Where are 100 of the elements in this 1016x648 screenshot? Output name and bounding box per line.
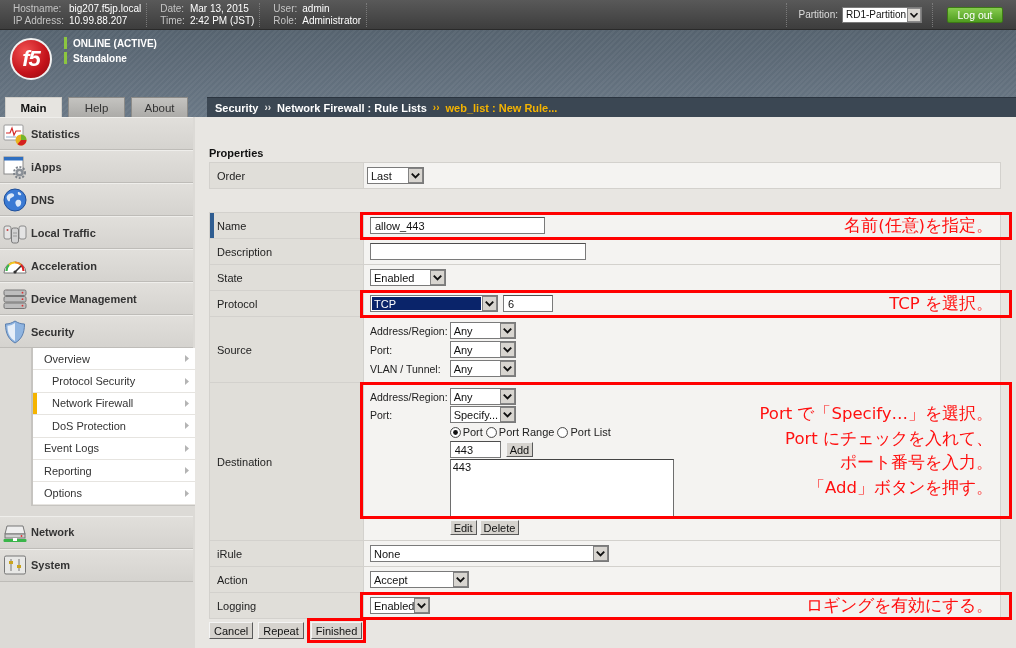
caret-right-icon xyxy=(185,489,189,497)
action-button[interactable]: Delete xyxy=(479,520,520,535)
info-label: Role: xyxy=(273,14,298,27)
sidebar-item[interactable]: iApps xyxy=(0,150,193,183)
text-field[interactable]: allow_443 xyxy=(370,217,545,234)
field-label: Port: xyxy=(370,408,393,421)
list-item[interactable]: 443 xyxy=(452,461,671,474)
info-value: Mar 13, 2015 xyxy=(189,2,250,15)
annotation-text: Port で「Specify…」を選択。 Port にチェックを入れて、 ポート番号を入力。 「Add」ボタンを押す。 xyxy=(759,403,993,499)
info-value: big207.f5jp.local xyxy=(68,2,142,15)
partition-label: Partition: xyxy=(798,9,838,20)
submenu-item[interactable]: Reporting xyxy=(33,459,195,483)
status-indicator-icon xyxy=(64,37,67,49)
dropdown[interactable]: Any xyxy=(449,360,516,377)
chevron-down-icon xyxy=(408,168,423,183)
info-label: Time: xyxy=(160,14,185,27)
radio-option[interactable]: Port Range xyxy=(485,426,555,438)
globe-icon xyxy=(3,187,27,212)
chevron-down-icon xyxy=(482,296,497,311)
chevron-down-icon xyxy=(593,546,608,561)
dropdown[interactable]: Enabled xyxy=(370,269,446,286)
sidebar-item[interactable]: Network xyxy=(0,515,193,549)
field-label: VLAN / Tunnel: xyxy=(370,362,441,375)
tab[interactable]: About xyxy=(131,97,188,117)
submenu-item[interactable]: Protocol Security xyxy=(33,370,195,393)
field-label: Address/Region: xyxy=(370,324,448,337)
chevron-down-icon xyxy=(453,572,468,587)
logo: f5 xyxy=(10,38,52,80)
dropdown[interactable]: Any xyxy=(449,322,516,339)
field-label: Source xyxy=(209,316,364,383)
text-field[interactable] xyxy=(370,243,586,260)
sidebar-item[interactable]: Statistics xyxy=(0,117,193,150)
breadcrumb-link[interactable]: Security xyxy=(215,101,259,114)
submenu-item[interactable]: Event Logs xyxy=(33,437,195,460)
chevron-down-icon xyxy=(499,389,515,404)
chevron-down-icon xyxy=(414,598,430,613)
info-label: IP Address: xyxy=(13,14,64,27)
tab[interactable]: Help xyxy=(68,97,125,117)
field-label: Address/Region: xyxy=(370,390,448,403)
action-button[interactable]: Edit xyxy=(449,520,477,535)
info-value: 10.99.88.207 xyxy=(68,14,129,27)
submenu-item[interactable]: DoS Protection xyxy=(33,415,195,438)
form-button[interactable]: Repeat xyxy=(258,622,304,639)
annotation-text: TCP を選択。 xyxy=(889,292,993,315)
dropdown[interactable]: Enabled xyxy=(370,597,430,614)
caret-right-icon xyxy=(185,377,189,385)
caret-right-icon xyxy=(185,355,189,363)
dropdown[interactable]: TCP xyxy=(370,295,498,312)
caret-right-icon xyxy=(185,422,189,430)
sidebar-item[interactable]: DNS xyxy=(0,183,193,216)
sidebar-item[interactable]: Local Traffic xyxy=(0,216,193,249)
info-label: User: xyxy=(273,2,298,15)
info-value: admin xyxy=(302,2,331,15)
breadcrumb-link[interactable]: Network Firewall : Rule Lists xyxy=(277,101,427,114)
dropdown[interactable]: Any xyxy=(449,341,516,358)
switch-panel-icon xyxy=(3,553,27,578)
submenu-item[interactable]: Network Firewall xyxy=(33,392,195,416)
chart-icon xyxy=(3,121,27,146)
field-label: Port: xyxy=(370,343,393,356)
shield-icon xyxy=(3,319,27,344)
radio-option[interactable]: Port List xyxy=(557,426,611,438)
field-label: Logging xyxy=(209,592,364,619)
text-field[interactable]: 6 xyxy=(503,295,553,312)
port-list-box[interactable]: 443 xyxy=(449,459,674,519)
chevron-down-icon xyxy=(430,270,445,285)
info-value: Administrator xyxy=(302,14,362,27)
dropdown[interactable]: RD1-Partition xyxy=(842,6,922,23)
dropdown[interactable]: Last xyxy=(367,167,424,184)
breadcrumb-separator: ›› xyxy=(432,102,440,113)
form-button[interactable]: Finished xyxy=(310,622,363,639)
text-field[interactable]: 443 xyxy=(449,441,501,458)
dropdown[interactable]: None xyxy=(370,545,609,562)
field-label: Order xyxy=(209,162,364,189)
chevron-down-icon xyxy=(499,361,515,376)
tab[interactable]: Main xyxy=(5,97,62,117)
caret-right-icon xyxy=(185,467,189,475)
annotation-text: 名前(任意)を指定。 xyxy=(844,214,993,237)
sidebar-item[interactable]: System xyxy=(0,548,193,582)
field-label: Description xyxy=(209,238,364,265)
server-stack-icon xyxy=(3,286,27,311)
dropdown[interactable]: Specify... xyxy=(449,406,516,423)
chevron-down-icon xyxy=(499,407,515,422)
section-heading: Properties xyxy=(209,146,265,160)
form-button[interactable]: Cancel xyxy=(209,622,254,639)
sidebar-item[interactable]: Acceleration xyxy=(0,249,193,282)
chevron-down-icon xyxy=(907,7,921,22)
chevron-down-icon xyxy=(499,323,515,338)
chevron-down-icon xyxy=(499,342,515,357)
radio-option[interactable]: Port xyxy=(449,426,483,438)
submenu-item[interactable]: Overview xyxy=(33,348,195,371)
breadcrumb-separator: ›› xyxy=(264,102,272,113)
sidebar-item[interactable]: Device Management xyxy=(0,282,193,315)
caret-right-icon xyxy=(185,399,189,407)
dropdown[interactable]: Any xyxy=(449,388,516,405)
dropdown[interactable]: Accept xyxy=(370,571,469,588)
field-label: State xyxy=(209,264,364,291)
add-button[interactable]: Add xyxy=(505,442,534,457)
submenu-item[interactable]: Options xyxy=(33,482,195,505)
sidebar-item[interactable]: Security xyxy=(0,315,193,348)
info-label: Date: xyxy=(160,2,185,15)
